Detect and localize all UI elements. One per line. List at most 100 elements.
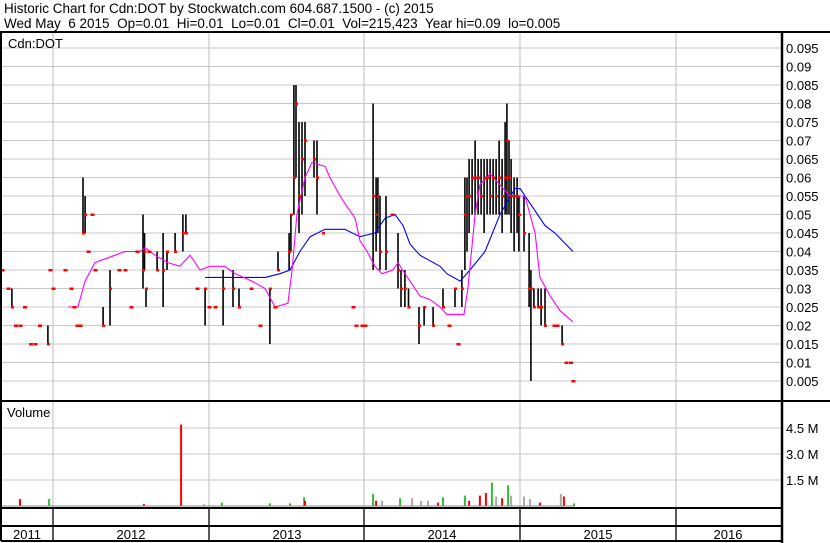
flat-close-marker [117, 269, 122, 272]
volume-bar [427, 500, 429, 506]
close-marker [486, 176, 490, 179]
flat-close-marker [14, 324, 18, 327]
close-marker [407, 306, 411, 309]
close-marker [561, 343, 565, 346]
flat-close-marker [273, 306, 278, 309]
close-marker [498, 176, 502, 179]
volume-bar [436, 502, 439, 506]
volume-tick-label: 4.5 M [786, 421, 819, 436]
close-marker [222, 287, 226, 290]
year-label: 2011 [13, 527, 41, 542]
price-tick-label: 0.05 [786, 208, 811, 223]
volume-bar [507, 485, 510, 506]
close-marker [145, 287, 148, 290]
volume-bar [495, 496, 498, 506]
close-marker [376, 195, 380, 198]
close-marker [403, 287, 407, 290]
close-marker [162, 269, 166, 272]
year-label: 2015 [584, 527, 613, 542]
close-marker [298, 195, 301, 198]
close-marker [82, 232, 85, 235]
close-marker [454, 287, 457, 290]
volume-bar [442, 497, 444, 506]
volume-bar [484, 493, 487, 506]
close-marker [510, 195, 514, 198]
volume-tick-label: 3.0 M [786, 447, 819, 462]
close-marker [109, 287, 112, 290]
close-marker [375, 213, 379, 216]
volume-bar [538, 502, 541, 506]
flat-close-marker [555, 324, 560, 327]
close-marker [166, 250, 169, 253]
volume-bar [372, 493, 375, 506]
price-tick-label: 0.03 [786, 282, 811, 297]
price-tick-label: 0.055 [786, 189, 819, 204]
flat-close-marker [18, 324, 23, 327]
close-marker [184, 232, 188, 235]
volume-bar [463, 495, 466, 506]
flat-close-marker [38, 324, 42, 327]
close-marker [84, 213, 88, 216]
close-marker [143, 250, 147, 253]
year-label: 2013 [273, 527, 302, 542]
close-marker [204, 287, 208, 290]
price-tick-label: 0.015 [786, 337, 819, 352]
volume-bar [478, 495, 481, 506]
price-tick-label: 0.075 [786, 115, 819, 130]
close-marker [10, 306, 14, 309]
flat-close-marker [213, 306, 218, 309]
flat-close-marker [195, 287, 200, 290]
flat-close-marker [69, 287, 74, 290]
volume-label: Volume [7, 405, 50, 420]
close-marker [102, 324, 106, 327]
flat-close-marker [564, 361, 569, 364]
chart-title: Historic Chart for Cdn:DOT by Stockwatch… [4, 1, 434, 16]
volume-bar [375, 500, 378, 506]
flat-close-marker [571, 380, 576, 383]
volume-bar [411, 498, 414, 506]
price-tick-label: 0.035 [786, 263, 819, 278]
close-marker [232, 287, 235, 290]
year-label: 2014 [428, 527, 457, 542]
close-marker [523, 232, 526, 235]
volume-tick-label: 1.5 M [786, 473, 819, 488]
flat-close-marker [29, 343, 33, 346]
flat-close-marker [447, 324, 452, 327]
flat-close-marker [123, 269, 128, 272]
close-marker [492, 176, 496, 179]
close-marker [313, 158, 316, 161]
close-marker [540, 306, 544, 309]
flat-close-marker [6, 287, 11, 290]
price-tick-label: 0.07 [786, 134, 811, 149]
price-tick-label: 0.04 [786, 245, 811, 260]
close-marker [292, 176, 296, 179]
close-marker [495, 195, 499, 198]
close-marker [295, 102, 298, 105]
volume-bar [490, 482, 493, 506]
close-marker [423, 306, 427, 309]
close-marker [277, 269, 280, 272]
close-marker [501, 195, 505, 198]
close-marker [379, 250, 382, 253]
volume-bar [420, 500, 423, 506]
close-marker [442, 306, 445, 309]
close-marker [304, 139, 307, 142]
close-marker [385, 250, 388, 253]
close-marker [432, 324, 436, 327]
volume-bar [468, 500, 471, 506]
stock-chart: Historic Chart for Cdn:DOT by Stockwatch… [0, 0, 830, 543]
volume-bar [48, 499, 51, 506]
close-marker [532, 306, 536, 309]
close-marker [46, 343, 50, 346]
close-marker [516, 195, 520, 198]
year-label: 2016 [714, 527, 743, 542]
close-marker [301, 158, 304, 161]
price-tick-label: 0.095 [786, 41, 819, 56]
close-marker [508, 176, 511, 179]
volume-bar [562, 496, 565, 506]
close-marker [483, 176, 487, 179]
flat-close-marker [258, 324, 263, 327]
close-marker [480, 195, 484, 198]
close-marker [238, 306, 241, 309]
price-tick-label: 0.005 [786, 374, 819, 389]
